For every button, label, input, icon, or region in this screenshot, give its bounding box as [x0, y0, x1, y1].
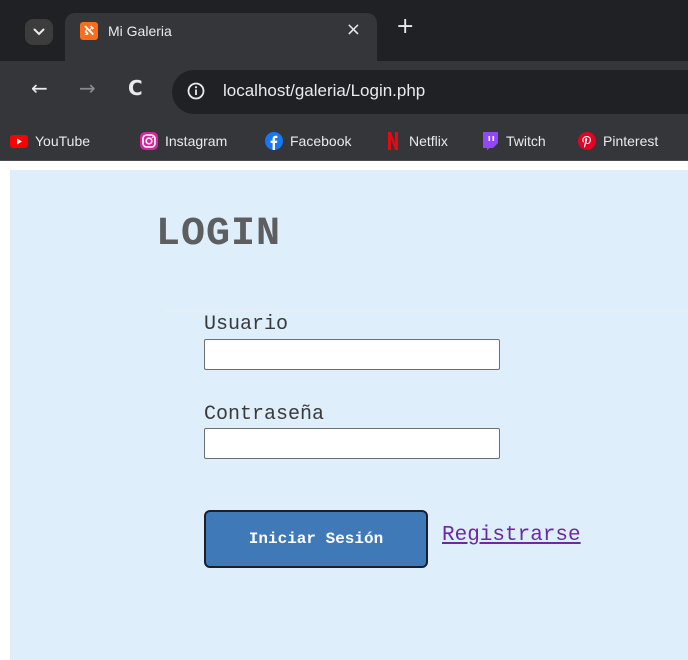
register-link[interactable]: Registrarse: [442, 524, 581, 547]
twitch-icon: [481, 132, 499, 150]
password-input[interactable]: [204, 428, 500, 459]
bookmark-label: Facebook: [290, 133, 352, 149]
username-label: Usuario: [204, 313, 289, 336]
reload-button[interactable]: C: [128, 76, 143, 100]
active-tab[interactable]: ℵ Mi Galeria ×: [65, 13, 377, 61]
chevron-down-icon: [33, 28, 45, 36]
bookmark-twitch[interactable]: Twitch: [481, 130, 546, 152]
bookmark-label: Netflix: [409, 133, 448, 149]
bookmark-pinterest[interactable]: Pinterest: [578, 130, 658, 152]
pinterest-icon: [578, 132, 596, 150]
bookmark-netflix[interactable]: Netflix: [384, 130, 448, 152]
tab-strip: ℵ Mi Galeria × +: [0, 0, 688, 61]
url-text[interactable]: localhost/galeria/Login.php: [223, 81, 425, 101]
netflix-icon: [384, 132, 402, 150]
bookmark-label: YouTube: [35, 133, 91, 149]
instagram-icon: [140, 132, 158, 150]
bookmark-label: Pinterest: [603, 133, 659, 149]
page-content: LOGIN Usuario Contraseña Iniciar Sesión …: [10, 170, 688, 660]
info-icon[interactable]: [186, 81, 206, 101]
page-title: LOGIN: [156, 212, 282, 257]
bookmarks-bar: YouTube Instagram Facebook Netflix Twitc…: [0, 124, 688, 161]
tab-search-button[interactable]: [25, 19, 53, 45]
bookmark-youtube[interactable]: YouTube: [10, 130, 90, 152]
divider: [165, 310, 688, 312]
forward-button[interactable]: →: [79, 76, 96, 100]
new-tab-button[interactable]: +: [396, 14, 414, 39]
bookmark-label: Instagram: [165, 133, 228, 149]
close-icon[interactable]: ×: [346, 19, 361, 40]
xampp-icon: ℵ: [80, 22, 98, 40]
password-label: Contraseña: [204, 403, 325, 426]
bookmark-instagram[interactable]: Instagram: [140, 130, 227, 152]
toolbar: ← → C localhost/galeria/Login.php: [0, 61, 688, 124]
back-button[interactable]: ←: [31, 76, 48, 100]
username-input[interactable]: [204, 339, 500, 370]
login-button[interactable]: Iniciar Sesión: [204, 510, 428, 568]
bookmark-label: Twitch: [506, 133, 546, 149]
youtube-icon: [10, 132, 28, 150]
tab-title: Mi Galeria: [108, 23, 172, 39]
bookmark-facebook[interactable]: Facebook: [265, 130, 351, 152]
address-bar[interactable]: localhost/galeria/Login.php: [172, 70, 688, 114]
facebook-icon: [265, 132, 283, 150]
